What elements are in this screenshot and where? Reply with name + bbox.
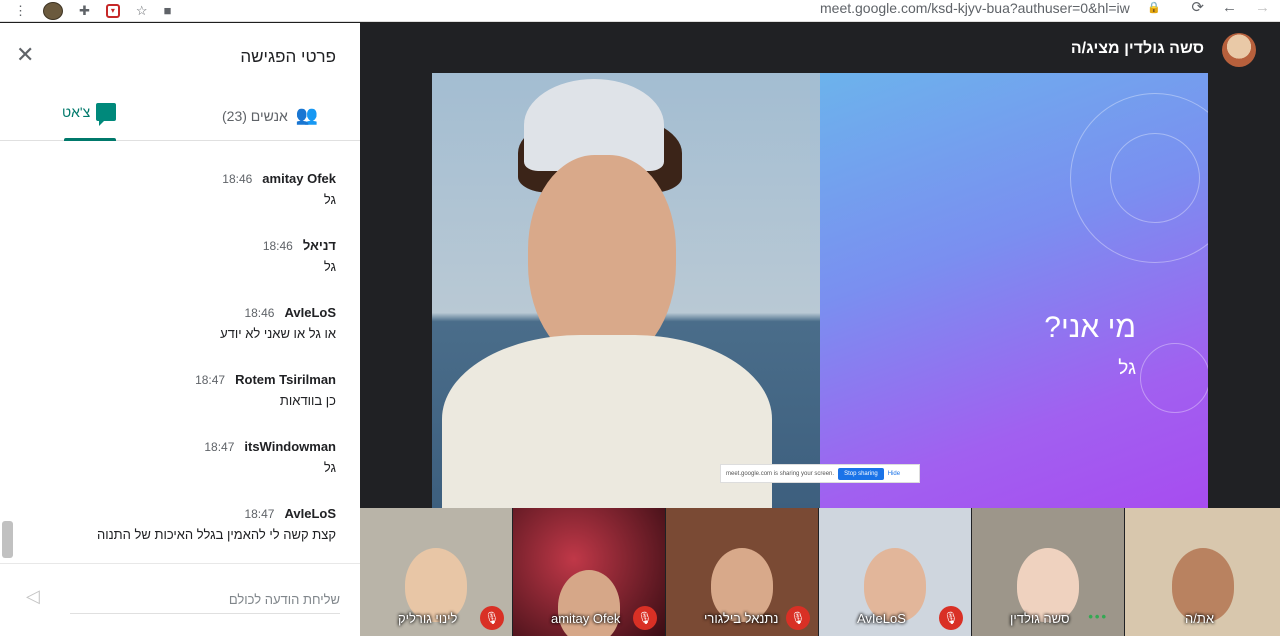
- participant-name: נתנאל בילגורי: [704, 611, 779, 626]
- media-icon[interactable]: ■: [164, 4, 172, 17]
- message-sender: amitay Ofek: [262, 171, 336, 186]
- message-sender: itsWindowman: [244, 439, 336, 454]
- chat-message-list[interactable]: amitay Ofek 18:46 גל דניאל 18:46 גל AvIeLo…: [0, 163, 360, 565]
- presenter-avatar: [1222, 33, 1256, 67]
- slide-subtitle: גל: [1118, 358, 1136, 379]
- message-time: 18:47: [244, 507, 275, 521]
- decor-ring: [1110, 133, 1200, 223]
- chat-message: AvIeLoS 18:47 קצת קשה לי להאמין בגלל האיכ…: [0, 498, 360, 565]
- chat-message: Rotem Tsirilman 18:47 כן בוודאות: [0, 364, 360, 431]
- address-bar-url[interactable]: meet.google.com/ksd-kjyv-bua?authuser=0&…: [820, 0, 1130, 16]
- stop-sharing-button[interactable]: Stop sharing: [838, 467, 884, 480]
- tab-people-label: אנשים (23): [222, 107, 288, 124]
- participant-tile[interactable]: סשה גולדין •••: [972, 508, 1125, 636]
- participant-name: לינוי גורליק: [398, 611, 458, 626]
- close-icon[interactable]: ✕: [16, 43, 34, 67]
- share-notice-text: meet.google.com is sharing your screen.: [726, 470, 835, 477]
- shared-slide: מי אני? גל: [432, 73, 1208, 509]
- chat-message: amitay Ofek 18:46 גל: [0, 163, 360, 230]
- chat-message: itsWindowman 18:47 גל: [0, 431, 360, 498]
- message-text: כן בוודאות: [279, 393, 336, 408]
- decor-ring: [1140, 343, 1208, 413]
- message-time: 18:47: [204, 440, 235, 454]
- tab-people[interactable]: אנשים (23) 👥: [222, 105, 318, 126]
- forward-icon[interactable]: →: [1255, 0, 1270, 16]
- more-vert-icon[interactable]: ⋮: [14, 4, 27, 17]
- message-text: קצת קשה לי להאמין בגלל האיכות של התנוה: [96, 527, 336, 542]
- participant-tile[interactable]: לינוי גורליק 🎙: [360, 508, 513, 636]
- message-sender: AvIeLoS: [284, 305, 336, 320]
- message-sender: Rotem Tsirilman: [235, 372, 336, 387]
- participant-name: AvIeLoS: [857, 611, 906, 626]
- mic-muted-icon: 🎙: [633, 606, 657, 630]
- chat-scrollbar[interactable]: [2, 521, 13, 558]
- chat-message: AvIeLoS 18:46 או גל או שאני לא יודע: [0, 297, 360, 364]
- message-sender: דניאל: [302, 238, 336, 253]
- presentation-stage: סשה גולדין מציג/ה מי אני? גל meet.google…: [360, 23, 1280, 636]
- participant-tile[interactable]: נתנאל בילגורי 🎙: [666, 508, 819, 636]
- back-icon[interactable]: ←: [1222, 0, 1237, 16]
- mic-muted-icon: 🎙: [939, 606, 963, 630]
- participant-tile[interactable]: את/ה: [1125, 508, 1280, 636]
- chat-message: דניאל 18:46 גל: [0, 230, 360, 297]
- mic-muted-icon: 🎙: [786, 606, 810, 630]
- presenter-label: סשה גולדין מציג/ה: [1070, 40, 1204, 57]
- people-icon: 👥: [295, 105, 319, 125]
- lock-icon[interactable]: 🔒: [1147, 1, 1161, 14]
- chat-icon: [96, 103, 117, 126]
- meeting-details-panel: ✕ פרטי הפגישה צ'אט אנשים (23) 👥 amitay O…: [0, 23, 360, 636]
- participant-tile[interactable]: AvIeLoS 🎙: [819, 508, 972, 636]
- chat-composer: ◁ שליחת הודעה לכולם: [0, 563, 360, 636]
- photo-face: [528, 155, 676, 365]
- message-time: 18:47: [195, 373, 226, 387]
- child-photo: [432, 73, 820, 509]
- message-sender: AvIeLoS: [284, 506, 336, 521]
- participant-name: סשה גולדין: [1010, 611, 1070, 626]
- participant-strip: לינוי גורליק 🎙 amitay Ofek 🎙 נתנאל בילגו…: [360, 508, 1280, 636]
- participant-tile[interactable]: amitay Ofek 🎙: [513, 508, 666, 636]
- speaking-indicator-icon: •••: [1088, 609, 1108, 624]
- participant-face: [558, 570, 620, 636]
- puzzle-extension-icon[interactable]: ✚: [79, 4, 90, 17]
- panel-title: פרטי הפגישה: [240, 47, 336, 66]
- panel-tabs: צ'אט אנשים (23) 👥: [0, 89, 360, 141]
- hide-button[interactable]: Hide: [888, 471, 900, 477]
- reload-icon[interactable]: ⟳: [1191, 0, 1204, 16]
- message-text: גל: [323, 259, 336, 274]
- message-text: גל: [323, 192, 336, 207]
- message-time: 18:46: [262, 239, 293, 253]
- tab-chat-label: צ'אט: [62, 104, 91, 120]
- send-icon[interactable]: ◁: [26, 586, 40, 607]
- slide-title: מי אני?: [1044, 311, 1136, 344]
- slide-gradient-panel: מי אני? גל: [820, 73, 1208, 509]
- message-text: גל: [323, 460, 336, 475]
- message-time: 18:46: [244, 306, 275, 320]
- mic-muted-icon: 🎙: [480, 606, 504, 630]
- tab-chat[interactable]: צ'אט: [62, 103, 117, 126]
- star-icon[interactable]: ☆: [136, 4, 148, 17]
- participant-name: amitay Ofek: [551, 611, 621, 626]
- chat-input[interactable]: שליחת הודעה לכולם: [70, 588, 340, 614]
- message-time: 18:46: [222, 172, 253, 186]
- message-text: או גל או שאני לא יודע: [220, 326, 336, 341]
- participant-name: את/ה: [1185, 611, 1214, 626]
- profile-avatar[interactable]: [43, 1, 63, 20]
- browser-toolbar: ⋮ ✚ ▾ ☆ ■ meet.google.com/ksd-kjyv-bua?a…: [0, 0, 1280, 22]
- screen-share-notice: meet.google.com is sharing your screen. …: [720, 464, 920, 483]
- shield-extension-icon[interactable]: ▾: [105, 3, 120, 18]
- tab-active-indicator: [64, 138, 116, 141]
